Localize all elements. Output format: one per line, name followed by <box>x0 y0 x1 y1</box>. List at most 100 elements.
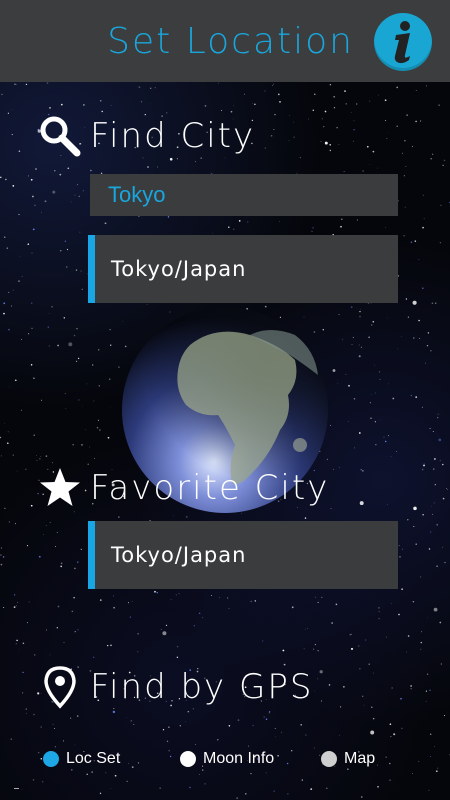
star <box>443 159 446 162</box>
star <box>250 600 252 603</box>
star <box>7 112 10 114</box>
star <box>73 597 75 599</box>
star <box>429 531 432 533</box>
star <box>15 605 17 607</box>
star <box>314 644 316 646</box>
star <box>390 736 392 738</box>
star <box>441 546 443 548</box>
star <box>317 650 319 652</box>
star <box>343 170 345 173</box>
find-by-gps-button[interactable]: Find by GPS <box>38 665 313 709</box>
star <box>368 336 370 338</box>
star <box>419 337 421 339</box>
star <box>427 673 429 675</box>
star <box>49 107 51 109</box>
star <box>418 258 420 261</box>
star <box>3 236 6 238</box>
star <box>277 93 280 96</box>
tab-loc-set[interactable]: Loc Set <box>43 750 120 768</box>
star <box>72 444 74 446</box>
star <box>372 672 374 674</box>
star <box>169 157 173 161</box>
star <box>30 178 33 181</box>
star <box>15 84 17 86</box>
search-result-item[interactable]: Tokyo/Japan <box>88 235 398 303</box>
info-button[interactable] <box>374 13 432 71</box>
star <box>359 315 361 318</box>
star <box>372 320 375 323</box>
star <box>30 302 33 304</box>
star <box>21 275 23 277</box>
star <box>48 345 50 347</box>
star <box>33 377 35 379</box>
star <box>415 396 418 398</box>
star <box>140 101 143 103</box>
star <box>421 287 424 290</box>
star <box>104 222 105 224</box>
star <box>288 140 290 142</box>
star <box>49 654 51 656</box>
star <box>312 109 315 112</box>
star <box>46 629 48 631</box>
star <box>406 114 408 116</box>
star <box>332 369 336 372</box>
star <box>20 409 23 411</box>
star <box>233 228 235 230</box>
star <box>26 622 28 624</box>
star <box>6 442 9 445</box>
tab-map[interactable]: Map <box>321 750 375 768</box>
star <box>430 349 432 352</box>
star <box>304 517 307 519</box>
star <box>93 400 95 402</box>
star <box>221 110 222 111</box>
star <box>338 144 340 145</box>
star <box>317 601 319 603</box>
star <box>312 226 314 229</box>
star <box>25 708 28 710</box>
star <box>379 419 380 421</box>
star <box>434 302 437 304</box>
star <box>14 379 17 382</box>
star <box>323 126 325 128</box>
star <box>386 317 388 319</box>
star <box>21 789 23 791</box>
star <box>22 642 25 645</box>
star <box>314 93 316 96</box>
star <box>57 344 59 347</box>
star <box>20 338 22 340</box>
star <box>347 421 349 422</box>
star <box>33 434 35 436</box>
star <box>333 468 335 470</box>
star <box>48 313 50 315</box>
star <box>218 82 220 84</box>
star <box>56 627 58 629</box>
city-search-input[interactable] <box>90 174 398 216</box>
star <box>421 406 423 408</box>
star <box>324 141 328 145</box>
star <box>425 700 427 702</box>
star <box>413 506 417 511</box>
star <box>59 249 62 252</box>
star <box>30 364 33 366</box>
star <box>389 723 392 726</box>
star <box>352 336 355 339</box>
star <box>33 713 35 716</box>
star <box>80 270 82 272</box>
tab-indicator-icon <box>321 751 337 767</box>
star <box>310 788 313 790</box>
favorite-city-item[interactable]: Tokyo/Japan <box>88 521 398 589</box>
star <box>173 515 174 517</box>
star <box>428 548 431 550</box>
star <box>211 595 213 596</box>
star <box>274 727 276 729</box>
star <box>280 731 282 733</box>
star <box>291 606 294 609</box>
star <box>378 607 380 609</box>
star <box>51 306 53 308</box>
star <box>422 514 424 516</box>
star <box>98 349 100 351</box>
star <box>34 204 36 207</box>
star <box>3 607 5 608</box>
star <box>370 394 372 396</box>
tab-moon-info[interactable]: Moon Info <box>180 750 274 768</box>
